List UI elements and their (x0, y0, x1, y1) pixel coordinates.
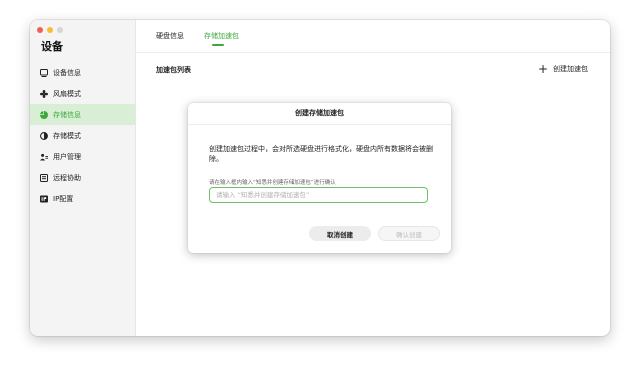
modal-overlay: 创建存储加速包 创建加速包过程中，会对所选硬盘进行格式化，硬盘内所有数据将会被删… (30, 20, 610, 336)
dialog-warning-message: 创建加速包过程中，会对所选硬盘进行格式化，硬盘内所有数据将会被删除。 (209, 145, 433, 163)
create-dialog: 创建存储加速包 创建加速包过程中，会对所选硬盘进行格式化，硬盘内所有数据将会被删… (188, 103, 451, 253)
confirm-create-button[interactable]: 确认创建 (378, 226, 440, 241)
cancel-create-button[interactable]: 取消创建 (309, 226, 371, 241)
dialog-title: 创建存储加速包 (188, 103, 451, 125)
confirm-text-input[interactable] (209, 187, 428, 203)
dialog-hint: 请在输入框内输入“知悉并创建存储加速包”进行确认 (209, 180, 336, 186)
app-window: 设备 设备信息 风扇模式 存储信息 存储模式 用户管理 远程协助 IP配置 硬盘… (30, 20, 610, 336)
